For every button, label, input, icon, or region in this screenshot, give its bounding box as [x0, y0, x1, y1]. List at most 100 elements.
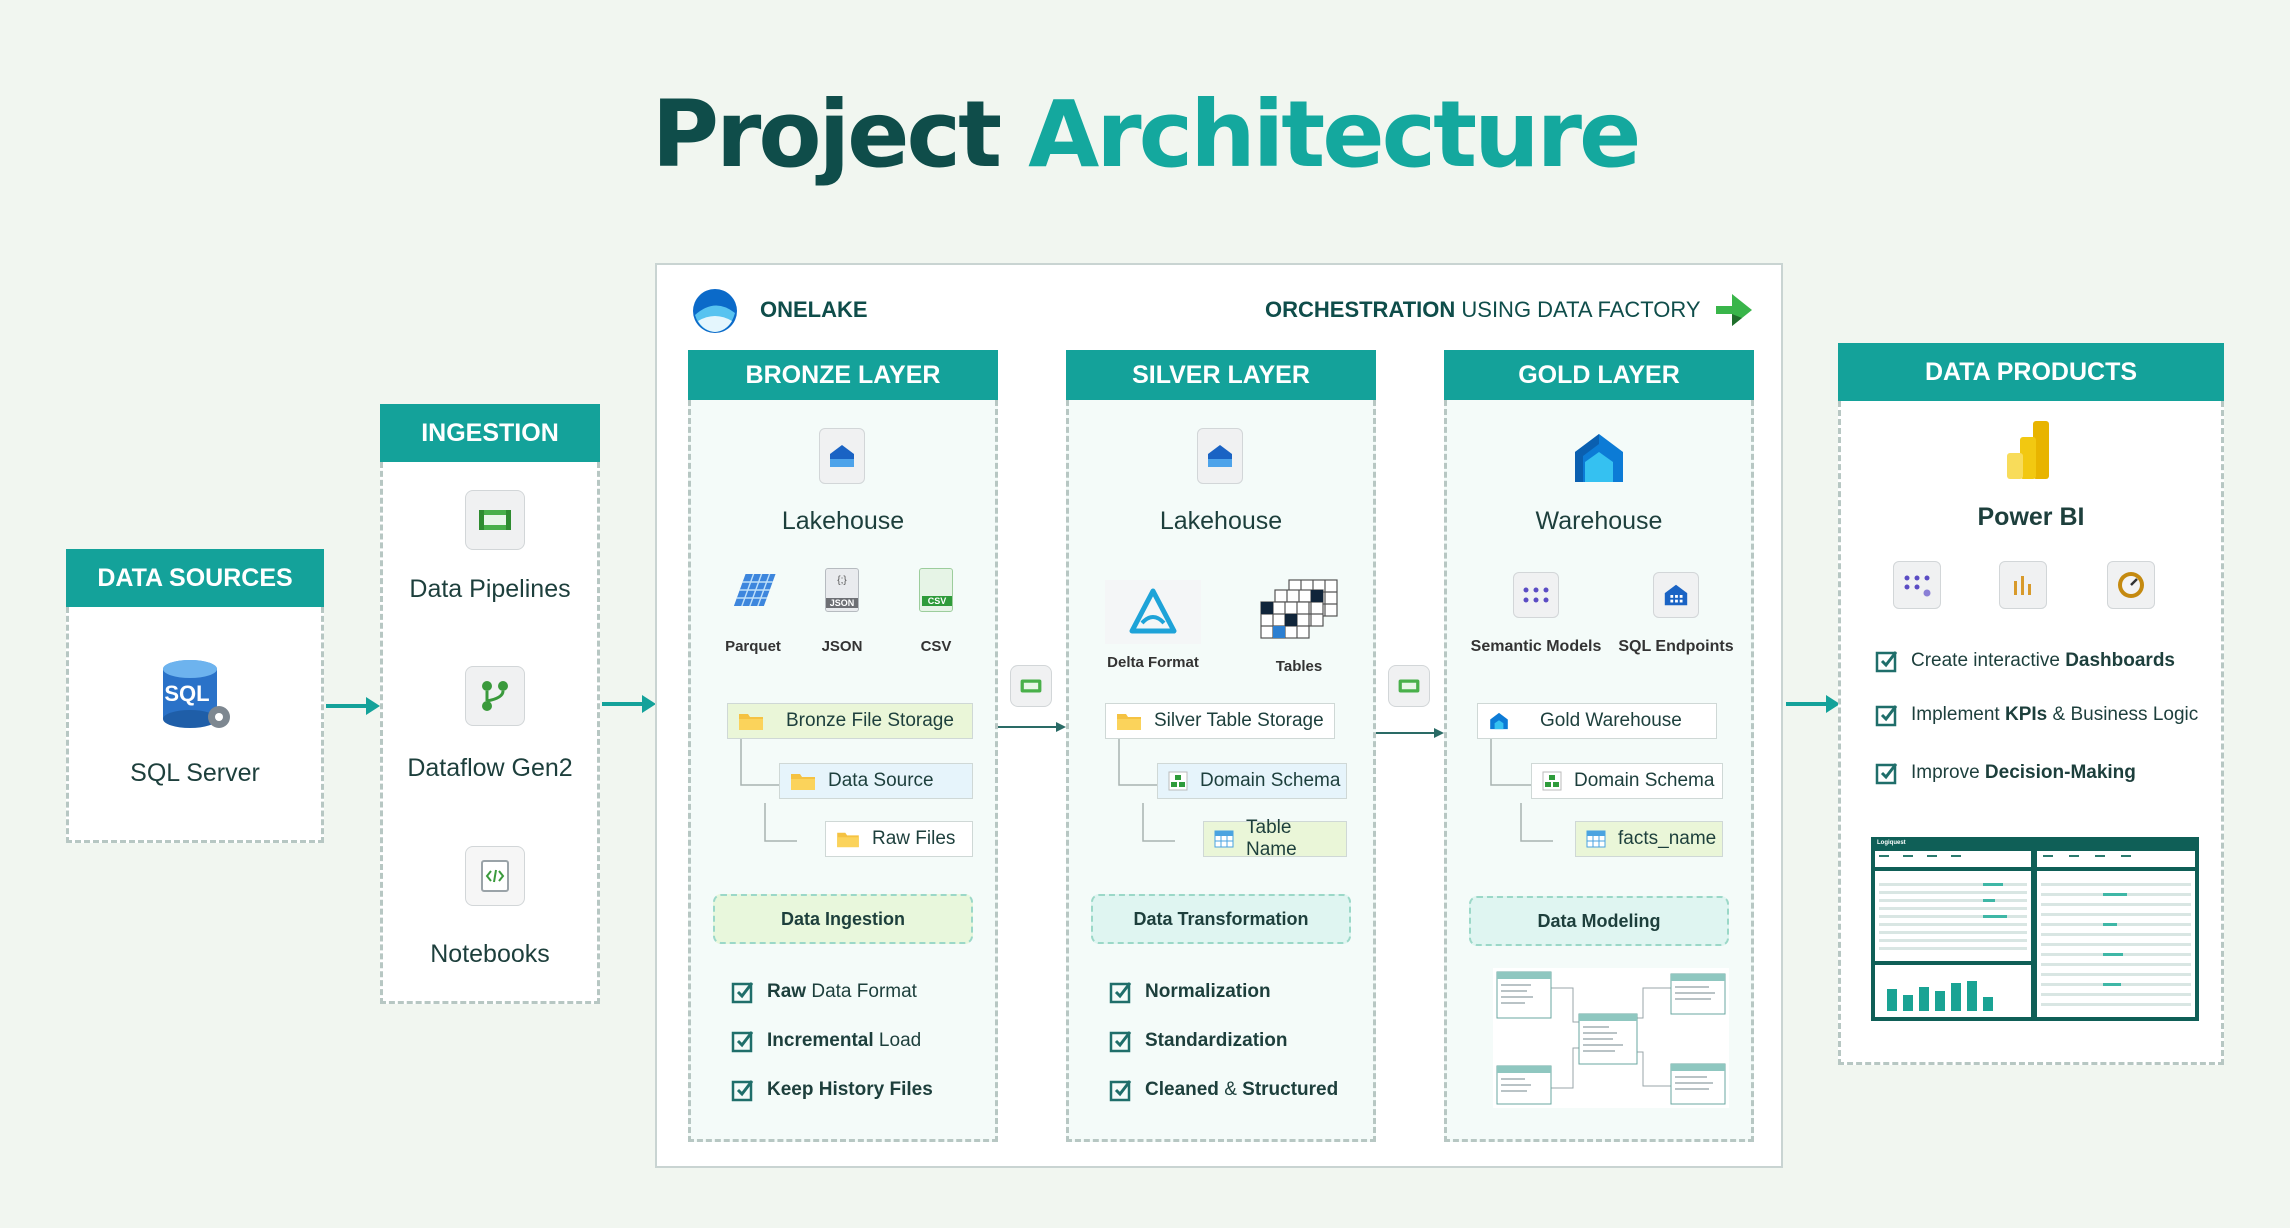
folder-icon	[791, 774, 815, 790]
check-post: & Business Logic	[2047, 704, 2199, 725]
parquet-icon	[727, 570, 781, 615]
title-part2: Architecture	[1028, 81, 1641, 188]
folder-icon	[1117, 714, 1141, 730]
table-icon	[1586, 830, 1606, 848]
format-sql-endpoints: SQL Endpoints	[1618, 638, 1734, 655]
arrow-icon	[326, 697, 380, 715]
bronze-panel: Lakehouse {;} JSON CSV Parquet JSON CSV …	[688, 400, 998, 1142]
tree-leaf-label: Table Name	[1246, 817, 1297, 860]
check-bold: Standardization	[1145, 1030, 1288, 1051]
data-factory-icon	[1712, 288, 1756, 337]
bronze-store-label: Lakehouse	[781, 507, 905, 535]
tree-child-label: Domain Schema	[1200, 770, 1341, 791]
product-check-2: Implement KPIs & Business Logic	[1875, 703, 2198, 727]
pipeline-icon	[1388, 665, 1430, 707]
data-sources-panel: SQL SQL Server	[66, 607, 324, 843]
report-icon	[1999, 561, 2047, 609]
tree-child-label: Domain Schema	[1574, 770, 1715, 791]
silver-panel: Lakehouse Delta Format Tables Silver Tab…	[1066, 400, 1376, 1142]
orchestration-label: ORCHESTRATION USING DATA FACTORY	[1265, 297, 1701, 323]
folder-icon	[739, 714, 763, 730]
tree-root: Gold Warehouse	[1477, 703, 1717, 739]
dashboard-thumbnail: Logiquest	[1871, 837, 2199, 1021]
data-sources-header: DATA SOURCES	[66, 549, 324, 607]
format-json: JSON	[821, 638, 863, 655]
arrow-icon	[1376, 728, 1444, 738]
dashboard-title: Logiquest	[1877, 840, 1906, 846]
er-diagram	[1493, 968, 1729, 1108]
schema-icon	[1542, 771, 1562, 791]
bronze-check-2: Incremental Load	[731, 1029, 921, 1053]
delta-icon	[1105, 580, 1201, 644]
format-tables: Tables	[1275, 658, 1323, 675]
check-bold: Dashboards	[2065, 650, 2175, 671]
check-rest: &	[1218, 1079, 1243, 1100]
gold-store-label: Warehouse	[1535, 507, 1663, 535]
bronze-header: BRONZE LAYER	[688, 350, 998, 400]
onelake-label: ONELAKE	[760, 297, 868, 322]
bronze-check-3: Keep History Files	[731, 1078, 933, 1102]
warehouse-icon	[1490, 712, 1508, 730]
tree-leaf: Table Name	[1203, 817, 1347, 860]
silver-header: SILVER LAYER	[1066, 350, 1376, 400]
gold-header: GOLD LAYER	[1444, 350, 1754, 400]
silver-store-label: Lakehouse	[1159, 507, 1283, 535]
json-badge: JSON	[826, 598, 858, 608]
schema-icon	[1168, 771, 1188, 791]
check-icon	[1109, 982, 1132, 1004]
bronze-check-1: Raw Data Format	[731, 980, 917, 1004]
check-icon	[1875, 651, 1898, 673]
tree-leaf: Raw Files	[825, 821, 973, 857]
silver-check-1: Normalization	[1109, 980, 1271, 1004]
arrow-icon	[602, 695, 656, 713]
tables-icon	[1259, 578, 1339, 645]
arrow-icon	[998, 722, 1066, 732]
table-icon	[1214, 830, 1234, 848]
check-icon	[731, 1080, 754, 1102]
check-icon	[1109, 1080, 1132, 1102]
powerbi-label: Power BI	[1977, 503, 2085, 531]
check-pre: Create interactive	[1911, 650, 2066, 671]
pipeline-icon	[1010, 665, 1052, 707]
csv-badge: CSV	[922, 596, 952, 606]
lakehouse-icon	[1197, 428, 1243, 484]
check-pre: Improve	[1911, 762, 1985, 783]
folder-icon	[837, 832, 859, 848]
sql-endpoint-icon	[1653, 572, 1699, 618]
csv-icon: CSV	[919, 568, 953, 612]
tree-child: Domain Schema	[1157, 763, 1347, 799]
title-part1: Project	[651, 81, 1002, 188]
check-bold: Normalization	[1145, 981, 1271, 1002]
lakehouse-icon	[819, 428, 865, 484]
tree-root-label: Bronze File Storage	[786, 710, 954, 731]
data-products-header: DATA PRODUCTS	[1838, 343, 2224, 401]
tree-leaf-label: Raw Files	[872, 828, 956, 849]
data-products-panel: Power BI Create interactive Dashboards I…	[1838, 401, 2224, 1065]
ingestion-item-pipelines: Data Pipelines	[409, 575, 571, 603]
product-check-3: Improve Decision-Making	[1875, 761, 2136, 785]
onelake-icon	[690, 285, 740, 340]
format-delta: Delta Format	[1107, 654, 1199, 671]
tree-root: Bronze File Storage	[727, 703, 973, 739]
tree-root-label: Silver Table Storage	[1154, 710, 1324, 731]
tree-child: Domain Schema	[1531, 763, 1723, 799]
semantic-model-icon	[1513, 572, 1559, 618]
check-bold: Cleaned	[1145, 1079, 1219, 1100]
format-parquet: Parquet	[725, 638, 781, 655]
tree-child-label: Data Source	[828, 770, 934, 791]
format-csv: CSV	[920, 638, 952, 655]
arrow-icon	[1786, 695, 1840, 713]
product-check-1: Create interactive Dashboards	[1875, 649, 2175, 673]
bronze-stage: Data Ingestion	[713, 894, 973, 944]
ingestion-header: INGESTION	[380, 404, 600, 462]
check-icon	[1875, 763, 1898, 785]
check-pre: Implement	[1911, 704, 2005, 725]
silver-check-2: Standardization	[1109, 1029, 1288, 1053]
gold-panel: Warehouse Semantic Models SQL Endpoints …	[1444, 400, 1754, 1142]
check-icon	[1109, 1031, 1132, 1053]
check-icon	[731, 1031, 754, 1053]
check-bold: Incremental	[767, 1030, 874, 1051]
check-icon	[1875, 705, 1898, 727]
check-bold: Keep History Files	[767, 1079, 933, 1100]
orchestration-rest: USING DATA FACTORY	[1455, 297, 1701, 322]
